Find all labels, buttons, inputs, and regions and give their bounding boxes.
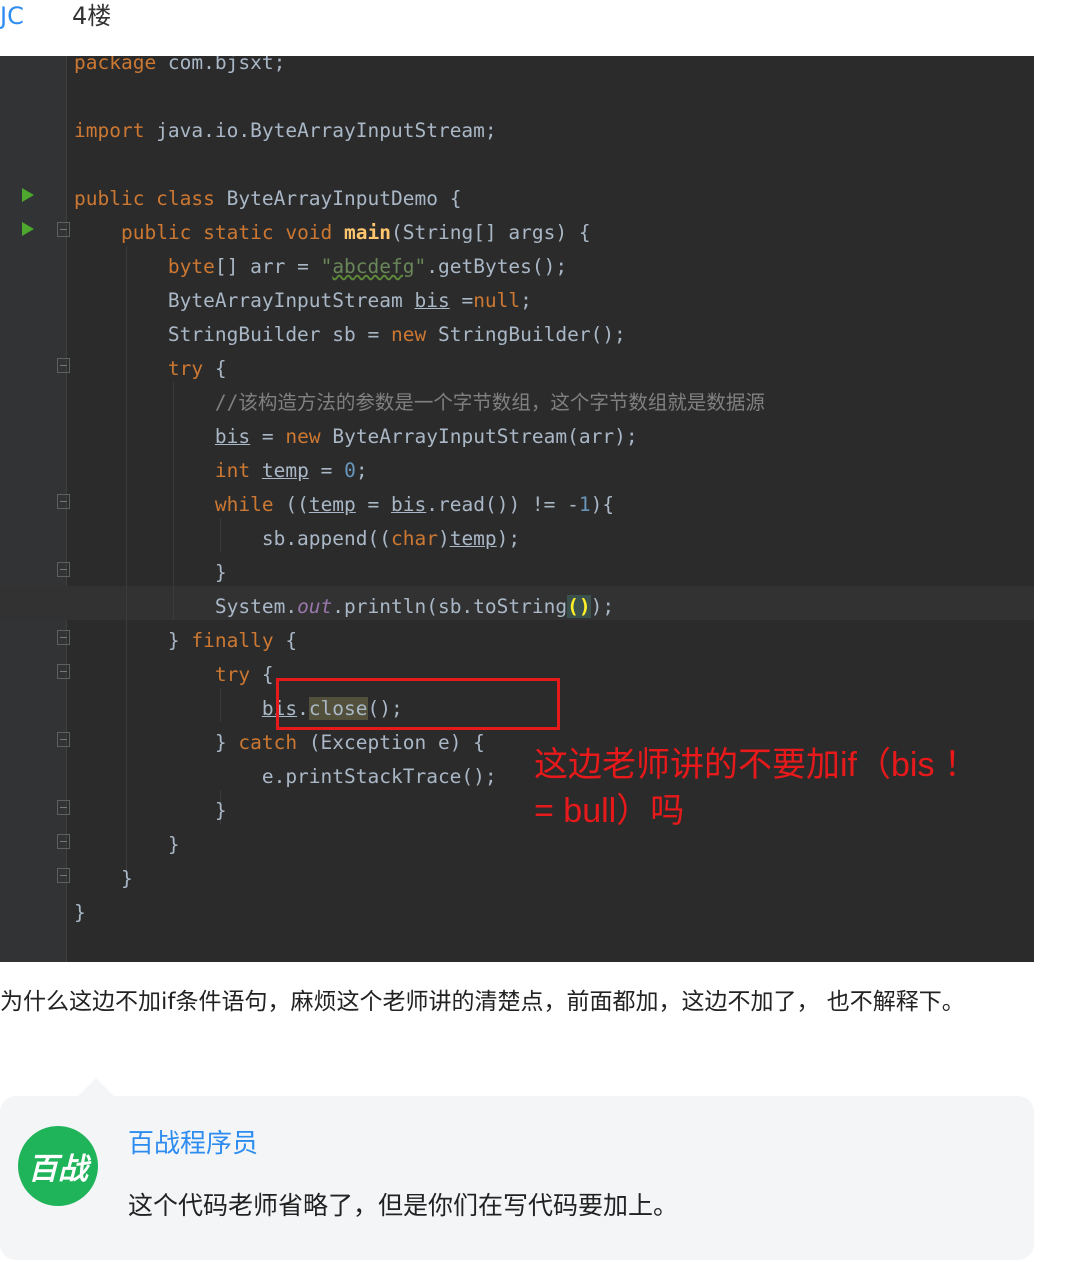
code-line: public class ByteArrayInputDemo { [74,187,462,210]
fold-icon [57,868,70,883]
fold-icon [57,222,70,237]
code-line: byte[] arr = "abcdefg".getBytes(); [167,255,568,278]
gutter-divider [66,56,67,962]
code-line: try { [214,663,274,686]
code-line: int temp = 0; [214,459,368,482]
code-line: //该构造方法的参数是一个字节数组，这个字节数组就是数据源 [214,391,765,414]
fold-icon [57,732,70,747]
avatar[interactable]: 百战 [18,1126,98,1206]
code-line: import java.io.ByteArrayInputStream; [74,119,497,142]
comment-text: 为什么这边不加if条件语句，麻烦这个老师讲的清楚点，前面都加，这边不加了， 也不… [0,989,965,1015]
code-line: } [74,901,86,924]
code-line: try { [167,357,227,380]
fold-icon [57,834,70,849]
code-line: ByteArrayInputStream bis =null; [74,289,532,312]
reply-author-link[interactable]: 百战程序员 [128,1126,258,1162]
code-line: StringBuilder sb = new StringBuilder(); [74,323,626,346]
reply-text: 这个代码老师省略了，但是你们在写代码要加上。 [128,1191,679,1220]
code-line: } finally { [74,629,298,652]
reply-pointer [78,1078,114,1096]
comment-header: JC 4楼 [0,0,1072,40]
code-line: } [74,867,133,890]
reply-box: 百战 百战程序员 这个代码老师省略了，但是你们在写代码要加上。 [0,1096,1034,1260]
fold-icon [57,358,70,373]
run-main-icon [22,222,34,236]
floor-number: 4楼 [72,2,112,30]
code-line: while ((temp = bis.read()) != -1){ [214,493,615,516]
fold-icon [57,630,70,645]
code-screenshot: package com.bjsxt; import java.io.ByteAr… [0,56,1034,962]
red-highlight-box [276,678,560,730]
code-line: } [74,833,180,856]
fold-icon [57,494,70,509]
code-line: bis = new ByteArrayInputStream(arr); [214,425,638,448]
fold-icon [57,664,70,679]
code-line: e.printStackTrace(); [74,765,497,788]
code-line: System.out.println(sb.toString()); [74,595,615,618]
fold-icon [57,562,70,577]
run-class-icon [22,188,34,202]
code-line: } catch (Exception e) { [74,731,485,754]
code-line: } [74,561,227,584]
code-line: } [74,799,227,822]
code-line: package com.bjsxt; [74,56,286,74]
code-line: sb.append((char)temp); [74,527,521,550]
code-line: public static void main(String[] args) { [120,221,591,244]
fold-icon [57,800,70,815]
username-link[interactable]: JC [0,0,24,32]
red-annotation-text: 这边老师讲的不要加if（bis ！= bull）吗 [534,746,978,830]
